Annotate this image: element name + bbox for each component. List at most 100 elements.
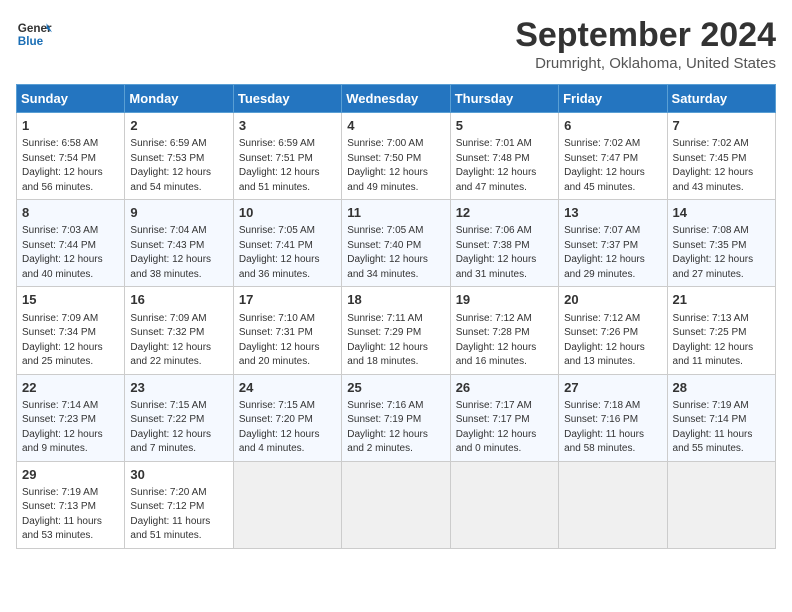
day-number: 9 bbox=[130, 204, 227, 222]
col-friday: Friday bbox=[559, 85, 667, 113]
day-info: Sunrise: 7:07 AM Sunset: 7:37 PM Dayligh… bbox=[564, 224, 661, 282]
day-number: 12 bbox=[456, 204, 553, 222]
table-row: 18 Sunrise: 7:11 AM Sunset: 7:29 PM Dayli… bbox=[342, 287, 450, 374]
day-number: 25 bbox=[347, 379, 444, 397]
table-row: 9 Sunrise: 7:04 AM Sunset: 7:43 PM Daylig… bbox=[125, 200, 233, 287]
calendar-week-row: 29 Sunrise: 7:19 AM Sunset: 7:13 PM Dayli… bbox=[17, 461, 776, 548]
day-number: 7 bbox=[673, 117, 770, 135]
day-info: Sunrise: 7:11 AM Sunset: 7:29 PM Dayligh… bbox=[347, 312, 444, 370]
day-info: Sunrise: 6:59 AM Sunset: 7:53 PM Dayligh… bbox=[130, 137, 227, 195]
day-info: Sunrise: 7:19 AM Sunset: 7:13 PM Dayligh… bbox=[22, 486, 119, 544]
calendar-week-row: 15Sunrise: 7:09 AM Sunset: 7:34 PM Dayli… bbox=[17, 287, 776, 374]
table-row: 5Sunrise: 7:01 AM Sunset: 7:48 PM Daylig… bbox=[450, 113, 558, 200]
calendar-week-row: 8 Sunrise: 7:03 AM Sunset: 7:44 PM Daylig… bbox=[17, 200, 776, 287]
table-row: 28 Sunrise: 7:19 AM Sunset: 7:14 PM Dayli… bbox=[667, 374, 775, 461]
calendar-week-row: 1 Sunrise: 6:58 AM Sunset: 7:54 PM Daylig… bbox=[17, 113, 776, 200]
day-info: Sunrise: 7:14 AM Sunset: 7:23 PM Dayligh… bbox=[22, 399, 119, 457]
table-row: 19 Sunrise: 7:12 AM Sunset: 7:28 PM Dayli… bbox=[450, 287, 558, 374]
col-sunday: Sunday bbox=[17, 85, 125, 113]
day-info: Sunrise: 7:08 AM Sunset: 7:35 PM Dayligh… bbox=[673, 224, 770, 282]
day-number: 22 bbox=[22, 379, 119, 397]
day-info: Sunrise: 7:02 AM Sunset: 7:45 PM Dayligh… bbox=[673, 137, 770, 195]
day-number: 29 bbox=[22, 466, 119, 484]
day-info: Sunrise: 7:00 AM Sunset: 7:50 PM Dayligh… bbox=[347, 137, 444, 195]
logo-icon: General Blue bbox=[16, 16, 52, 52]
calendar: Sunday Monday Tuesday Wednesday Thursday… bbox=[16, 84, 776, 549]
day-number: 21 bbox=[673, 291, 770, 309]
day-number: 16 bbox=[130, 291, 227, 309]
day-info: Sunrise: 7:04 AM Sunset: 7:43 PM Dayligh… bbox=[130, 224, 227, 282]
table-row bbox=[667, 461, 775, 548]
calendar-header-row: Sunday Monday Tuesday Wednesday Thursday… bbox=[17, 85, 776, 113]
table-row: 14 Sunrise: 7:08 AM Sunset: 7:35 PM Dayli… bbox=[667, 200, 775, 287]
day-number: 6 bbox=[564, 117, 661, 135]
day-info: Sunrise: 7:19 AM Sunset: 7:14 PM Dayligh… bbox=[673, 399, 770, 457]
table-row: 1 Sunrise: 6:58 AM Sunset: 7:54 PM Daylig… bbox=[17, 113, 125, 200]
table-row: 23 Sunrise: 7:15 AM Sunset: 7:22 PM Dayli… bbox=[125, 374, 233, 461]
day-number: 17 bbox=[239, 291, 336, 309]
day-info: Sunrise: 7:03 AM Sunset: 7:44 PM Dayligh… bbox=[22, 224, 119, 282]
day-info: Sunrise: 7:05 AM Sunset: 7:40 PM Dayligh… bbox=[347, 224, 444, 282]
day-info: Sunrise: 7:15 AM Sunset: 7:20 PM Dayligh… bbox=[239, 399, 336, 457]
table-row: 11 Sunrise: 7:05 AM Sunset: 7:40 PM Dayli… bbox=[342, 200, 450, 287]
day-number: 3 bbox=[239, 117, 336, 135]
logo: General Blue bbox=[16, 16, 52, 52]
table-row: 22 Sunrise: 7:14 AM Sunset: 7:23 PM Dayli… bbox=[17, 374, 125, 461]
day-info: Sunrise: 7:15 AM Sunset: 7:22 PM Dayligh… bbox=[130, 399, 227, 457]
table-row: 17 Sunrise: 7:10 AM Sunset: 7:31 PM Dayli… bbox=[233, 287, 341, 374]
table-row: 12 Sunrise: 7:06 AM Sunset: 7:38 PM Dayli… bbox=[450, 200, 558, 287]
day-info: Sunrise: 7:02 AM Sunset: 7:47 PM Dayligh… bbox=[564, 137, 661, 195]
table-row: 27 Sunrise: 7:18 AM Sunset: 7:16 PM Dayli… bbox=[559, 374, 667, 461]
table-row: 8 Sunrise: 7:03 AM Sunset: 7:44 PM Daylig… bbox=[17, 200, 125, 287]
day-number: 28 bbox=[673, 379, 770, 397]
table-row: 24 Sunrise: 7:15 AM Sunset: 7:20 PM Dayli… bbox=[233, 374, 341, 461]
day-number: 30 bbox=[130, 466, 227, 484]
day-number: 27 bbox=[564, 379, 661, 397]
day-info: Sunrise: 7:13 AM Sunset: 7:25 PM Dayligh… bbox=[673, 312, 770, 370]
table-row: 7 Sunrise: 7:02 AM Sunset: 7:45 PM Daylig… bbox=[667, 113, 775, 200]
day-number: 20 bbox=[564, 291, 661, 309]
day-number: 23 bbox=[130, 379, 227, 397]
col-wednesday: Wednesday bbox=[342, 85, 450, 113]
col-tuesday: Tuesday bbox=[233, 85, 341, 113]
day-info: Sunrise: 7:18 AM Sunset: 7:16 PM Dayligh… bbox=[564, 399, 661, 457]
day-number: 14 bbox=[673, 204, 770, 222]
day-info: Sunrise: 7:05 AM Sunset: 7:41 PM Dayligh… bbox=[239, 224, 336, 282]
day-info: Sunrise: 6:58 AM Sunset: 7:54 PM Dayligh… bbox=[22, 137, 119, 195]
col-monday: Monday bbox=[125, 85, 233, 113]
day-number: 26 bbox=[456, 379, 553, 397]
table-row: 25 Sunrise: 7:16 AM Sunset: 7:19 PM Dayli… bbox=[342, 374, 450, 461]
day-info: Sunrise: 7:01 AM Sunset: 7:48 PM Dayligh… bbox=[456, 137, 553, 195]
table-row: 15Sunrise: 7:09 AM Sunset: 7:34 PM Dayli… bbox=[17, 287, 125, 374]
table-row: 21 Sunrise: 7:13 AM Sunset: 7:25 PM Dayli… bbox=[667, 287, 775, 374]
day-number: 1 bbox=[22, 117, 119, 135]
location: Drumright, Oklahoma, United States bbox=[515, 55, 776, 72]
day-number: 2 bbox=[130, 117, 227, 135]
day-number: 18 bbox=[347, 291, 444, 309]
table-row bbox=[342, 461, 450, 548]
calendar-week-row: 22 Sunrise: 7:14 AM Sunset: 7:23 PM Dayli… bbox=[17, 374, 776, 461]
day-info: Sunrise: 7:17 AM Sunset: 7:17 PM Dayligh… bbox=[456, 399, 553, 457]
svg-text:Blue: Blue bbox=[18, 35, 44, 48]
table-row: 4 Sunrise: 7:00 AM Sunset: 7:50 PM Daylig… bbox=[342, 113, 450, 200]
table-row bbox=[233, 461, 341, 548]
table-row: 30Sunrise: 7:20 AM Sunset: 7:12 PM Dayli… bbox=[125, 461, 233, 548]
day-info: Sunrise: 7:12 AM Sunset: 7:26 PM Dayligh… bbox=[564, 312, 661, 370]
table-row: 29 Sunrise: 7:19 AM Sunset: 7:13 PM Dayli… bbox=[17, 461, 125, 548]
day-info: Sunrise: 7:06 AM Sunset: 7:38 PM Dayligh… bbox=[456, 224, 553, 282]
table-row: 20 Sunrise: 7:12 AM Sunset: 7:26 PM Dayli… bbox=[559, 287, 667, 374]
day-number: 24 bbox=[239, 379, 336, 397]
day-number: 8 bbox=[22, 204, 119, 222]
day-info: Sunrise: 7:16 AM Sunset: 7:19 PM Dayligh… bbox=[347, 399, 444, 457]
table-row: 13 Sunrise: 7:07 AM Sunset: 7:37 PM Dayli… bbox=[559, 200, 667, 287]
table-row: 16Sunrise: 7:09 AM Sunset: 7:32 PM Dayli… bbox=[125, 287, 233, 374]
day-number: 19 bbox=[456, 291, 553, 309]
day-info: Sunrise: 7:12 AM Sunset: 7:28 PM Dayligh… bbox=[456, 312, 553, 370]
day-info: Sunrise: 6:59 AM Sunset: 7:51 PM Dayligh… bbox=[239, 137, 336, 195]
day-number: 13 bbox=[564, 204, 661, 222]
day-info: Sunrise: 7:10 AM Sunset: 7:31 PM Dayligh… bbox=[239, 312, 336, 370]
day-number: 11 bbox=[347, 204, 444, 222]
month-year: September 2024 bbox=[515, 16, 776, 55]
day-number: 4 bbox=[347, 117, 444, 135]
table-row: 10Sunrise: 7:05 AM Sunset: 7:41 PM Dayli… bbox=[233, 200, 341, 287]
